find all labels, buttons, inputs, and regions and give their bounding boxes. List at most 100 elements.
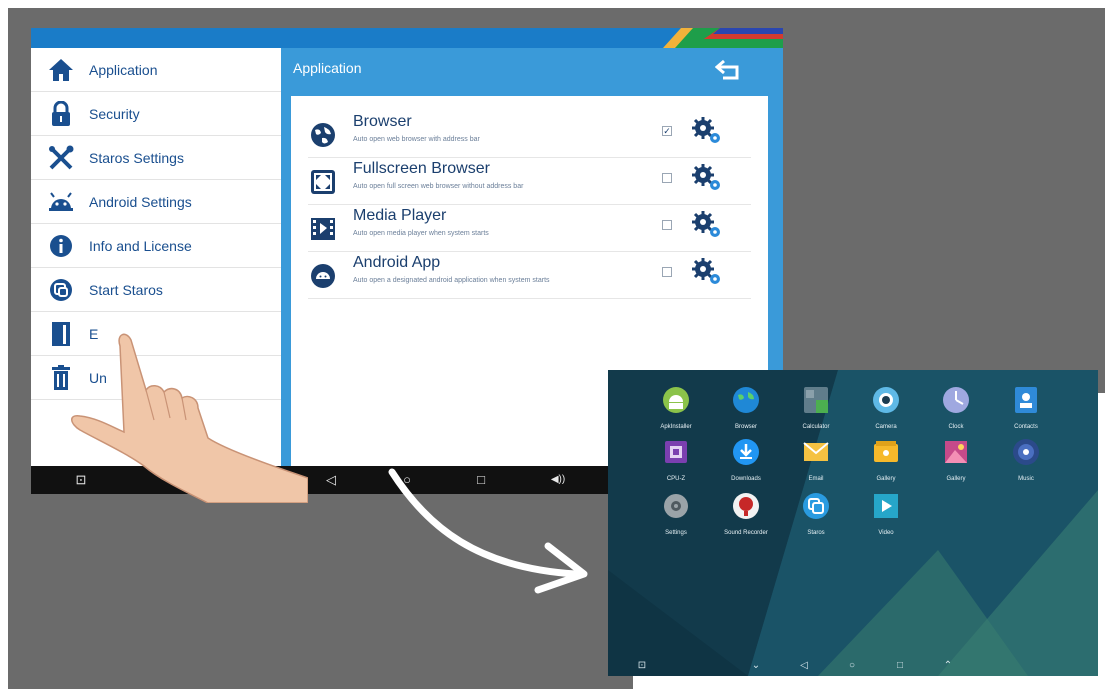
app-name: Browser	[353, 113, 412, 130]
app-description: Auto open web browser with address bar	[353, 136, 480, 143]
gallery-icon	[874, 441, 898, 462]
gears-icon[interactable]	[692, 211, 722, 239]
autostart-checkbox[interactable]	[662, 220, 672, 230]
autostart-checkbox[interactable]: ✓	[662, 126, 672, 136]
photo-icon	[945, 441, 967, 463]
info-icon	[47, 232, 75, 260]
back-icon[interactable]: ◁	[321, 470, 341, 490]
launcher-app-email[interactable]: Email	[786, 438, 846, 496]
app-label: Staros	[807, 530, 825, 536]
clock-icon	[943, 387, 969, 413]
android-launcher-screenshot: ApkInstaller Browser Calculator Camera C…	[608, 370, 1098, 676]
app-label: Calculator	[802, 424, 830, 430]
android-icon	[47, 188, 75, 216]
back-arrow-icon[interactable]	[714, 58, 743, 82]
sidebar-item-label: Application	[89, 61, 158, 78]
camera-icon	[873, 387, 899, 413]
app-row-fullscreen-browser[interactable]: Fullscreen Browser Auto open full screen…	[308, 158, 751, 205]
launcher-home-icon[interactable]: ○	[844, 658, 860, 674]
launcher-app-sound-recorder[interactable]: Sound Recorder	[716, 492, 776, 550]
launcher-app-downloads[interactable]: Downloads	[716, 438, 776, 496]
app-label: Settings	[665, 530, 687, 536]
app-name: Android App	[353, 254, 441, 271]
lock-icon	[47, 100, 75, 128]
home-icon	[47, 56, 75, 84]
launcher-app-calculator[interactable]: Calculator	[786, 386, 846, 444]
sidebar-item-staros-settings[interactable]: Staros Settings	[31, 136, 281, 180]
launcher-app-video[interactable]: Video	[856, 492, 916, 550]
pointing-hand	[71, 333, 308, 503]
launcher-app-gallery[interactable]: Gallery	[856, 438, 916, 496]
apk-installer-icon	[663, 387, 689, 413]
app-description: Auto open full screen web browser withou…	[353, 183, 524, 190]
settings-gear-icon	[664, 494, 688, 518]
sidebar-item-label: Security	[89, 105, 140, 122]
transition-arrow	[388, 468, 588, 594]
launcher-app-apkinstaller[interactable]: ApkInstaller	[646, 386, 706, 444]
app-label: CPU-Z	[666, 476, 686, 482]
app-description: Auto open a designated android applicati…	[353, 277, 550, 284]
launcher-app-gallery-photos[interactable]: Gallery	[926, 438, 986, 496]
launcher-screenshot-icon[interactable]: ⊡	[634, 658, 650, 674]
gears-icon[interactable]	[692, 117, 722, 145]
staros-icon	[47, 276, 75, 304]
launcher-app-staros[interactable]: Staros	[786, 492, 846, 550]
launcher-back-icon[interactable]: ◁	[796, 658, 812, 674]
app-label: Contacts	[1014, 424, 1038, 430]
launcher-app-browser[interactable]: Browser	[716, 386, 776, 444]
gears-icon[interactable]	[692, 258, 722, 286]
app-label: Gallery	[946, 476, 966, 482]
globe-icon	[310, 122, 336, 148]
app-label: ApkInstaller	[660, 424, 692, 430]
launcher-app-camera[interactable]: Camera	[856, 386, 916, 444]
launcher-app-settings[interactable]: Settings	[646, 492, 706, 550]
sidebar-item-start-staros[interactable]: Start Staros	[31, 268, 281, 312]
android-head-icon	[310, 263, 336, 289]
tools-icon	[47, 144, 75, 172]
launcher-volume-down-icon[interactable]: ⌄	[748, 658, 764, 674]
app-label: Music	[1018, 476, 1034, 482]
app-label: Video	[878, 530, 894, 536]
sidebar-item-label: Android Settings	[89, 193, 192, 210]
app-label: Browser	[734, 424, 757, 430]
autostart-checkbox[interactable]	[662, 267, 672, 277]
status-bar	[31, 28, 783, 48]
sidebar-item-security[interactable]: Security	[31, 92, 281, 136]
sound-recorder-icon	[733, 493, 759, 519]
launcher-volume-up-icon[interactable]: ⌃	[940, 658, 956, 674]
app-row-media-player[interactable]: Media Player Auto open media player when…	[308, 205, 751, 252]
app-label: Gallery	[876, 476, 896, 482]
app-row-android-app[interactable]: Android App Auto open a designated andro…	[308, 252, 751, 299]
video-icon	[874, 494, 898, 518]
film-icon	[310, 216, 336, 242]
content-header: Application	[281, 48, 783, 92]
app-name: Fullscreen Browser	[353, 160, 490, 177]
sidebar-item-info-and-license[interactable]: Info and License	[31, 224, 281, 268]
cpu-icon	[665, 441, 687, 463]
app-label: Downloads	[731, 476, 761, 482]
launcher-app-music[interactable]: Music	[996, 438, 1056, 496]
sidebar-item-label: Start Staros	[89, 281, 163, 298]
sidebar-item-application[interactable]: Application	[31, 48, 281, 92]
app-label: Camera	[875, 424, 897, 430]
launcher-recents-icon[interactable]: □	[892, 658, 908, 674]
launcher-app-cpu-z[interactable]: CPU-Z	[646, 438, 706, 496]
launcher-nav-bar: ⊡ ⌄ ◁ ○ □ ⌃	[608, 656, 1098, 676]
calculator-icon	[804, 387, 828, 413]
app-label: Sound Recorder	[724, 530, 768, 536]
app-label: Email	[808, 476, 824, 482]
sidebar-item-label: Info and License	[89, 237, 192, 254]
sidebar-item-label: Staros Settings	[89, 149, 184, 166]
contacts-icon	[1015, 387, 1037, 413]
page-title: Application	[293, 60, 362, 76]
sidebar-item-android-settings[interactable]: Android Settings	[31, 180, 281, 224]
email-icon	[803, 442, 829, 461]
gears-icon[interactable]	[692, 164, 722, 192]
music-icon	[1013, 439, 1039, 465]
presentation-canvas: Application Security Staros Settings And…	[8, 8, 1113, 693]
app-row-browser[interactable]: Browser Auto open web browser with addre…	[308, 111, 751, 158]
autostart-checkbox[interactable]	[662, 173, 672, 183]
staros-app-icon	[803, 493, 829, 519]
launcher-app-contacts[interactable]: Contacts	[996, 386, 1056, 444]
launcher-app-clock[interactable]: Clock	[926, 386, 986, 444]
